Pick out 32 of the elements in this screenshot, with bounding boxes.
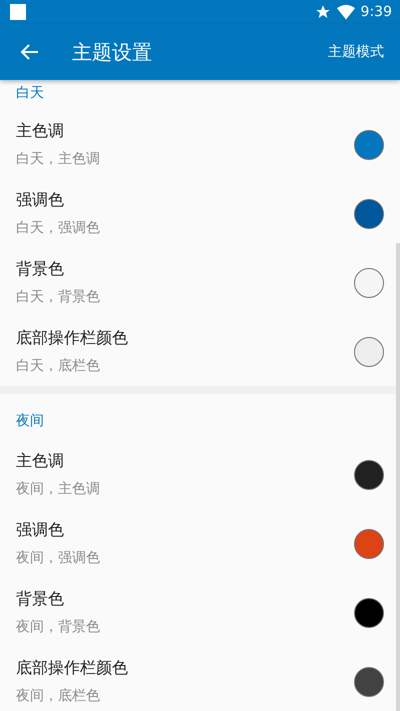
setting-title[interactable]: 底部操作栏颜色 bbox=[16, 328, 354, 349]
setting-summary: 夜间，强调色 bbox=[16, 549, 101, 567]
setting-summary: 白天，主色调 bbox=[16, 150, 101, 168]
setting-summary: 夜间，底栏色 bbox=[16, 687, 101, 705]
section-header: 白天 bbox=[16, 85, 44, 101]
status-time: 9:39 bbox=[360, 4, 392, 20]
color-swatch[interactable] bbox=[354, 666, 384, 696]
color-swatch[interactable] bbox=[354, 598, 384, 628]
color-swatch[interactable] bbox=[354, 130, 384, 160]
setting-summary: 夜间，主色调 bbox=[16, 480, 101, 498]
star-icon bbox=[314, 4, 331, 20]
setting-title[interactable]: 主色调 bbox=[16, 121, 354, 142]
setting-title[interactable]: 强调色 bbox=[16, 190, 354, 211]
color-swatch[interactable] bbox=[354, 198, 384, 228]
color-swatch[interactable] bbox=[354, 268, 384, 298]
notification-icon bbox=[10, 4, 26, 20]
theme-mode-button[interactable]: 主题模式 bbox=[324, 39, 388, 65]
setting-summary: 夜间，背景色 bbox=[16, 618, 101, 636]
toolbar-title: 主题设置 bbox=[72, 38, 153, 66]
section-header: 夜间 bbox=[16, 413, 44, 429]
color-swatch[interactable] bbox=[354, 528, 384, 558]
setting-summary: 白天，底栏色 bbox=[16, 357, 101, 375]
setting-title[interactable]: 主色调 bbox=[16, 451, 354, 472]
setting-summary: 白天，强调色 bbox=[16, 219, 101, 237]
setting-title[interactable]: 强调色 bbox=[16, 520, 354, 541]
color-swatch[interactable] bbox=[354, 460, 384, 490]
setting-summary: 白天，背景色 bbox=[16, 288, 101, 306]
setting-title[interactable]: 背景色 bbox=[16, 259, 354, 280]
wifi-icon bbox=[336, 4, 355, 20]
color-swatch[interactable] bbox=[354, 336, 384, 366]
setting-title[interactable]: 背景色 bbox=[16, 589, 354, 610]
setting-title[interactable]: 底部操作栏颜色 bbox=[16, 658, 354, 679]
